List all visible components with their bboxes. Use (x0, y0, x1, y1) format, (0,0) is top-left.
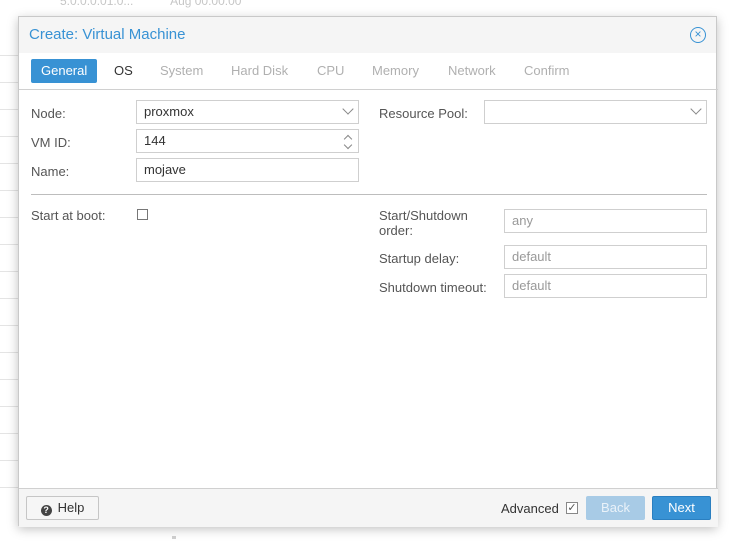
background-header-text: 5.0.0.0.01.0... Aug 00:00:00 (60, 0, 275, 8)
startup-delay-input[interactable]: default (504, 245, 707, 269)
shutdown-timeout-label: Shutdown timeout: (379, 280, 487, 295)
start-shutdown-order-label: Start/Shutdown order: (379, 208, 468, 238)
tab-memory: Memory (372, 63, 419, 78)
start-shutdown-order-placeholder: any (512, 213, 533, 228)
help-button[interactable]: ? Help (26, 496, 99, 520)
name-label: Name: (31, 164, 70, 179)
chevron-down-icon[interactable] (690, 103, 702, 115)
node-value: proxmox (144, 104, 194, 119)
back-button[interactable]: Back (586, 496, 645, 520)
dialog-title: Create: Virtual Machine (29, 26, 186, 43)
tab-os[interactable]: OS (104, 59, 143, 83)
name-input[interactable]: mojave (136, 158, 359, 182)
shutdown-timeout-input[interactable]: default (504, 274, 707, 298)
spin-down-icon[interactable] (343, 140, 353, 150)
advanced-label: Advanced (501, 501, 559, 516)
start-shutdown-order-label-line1: Start/Shutdown (379, 208, 468, 223)
tab-hard-disk: Hard Disk (231, 63, 289, 78)
create-vm-dialog: Create: Virtual Machine × General OS Sys… (18, 16, 718, 527)
general-panel: Node: proxmox VM ID: 144 Name: mojave Re… (19, 89, 718, 489)
startup-delay-label: Startup delay: (379, 251, 460, 266)
tab-network: Network (448, 63, 496, 78)
help-icon: ? (40, 505, 52, 516)
next-button[interactable]: Next (652, 496, 711, 520)
node-label: Node: (31, 106, 66, 121)
startup-delay-placeholder: default (512, 249, 552, 264)
start-at-boot-label: Start at boot: (31, 208, 106, 223)
resource-pool-label: Resource Pool: (379, 106, 468, 121)
node-select[interactable]: proxmox (136, 100, 359, 124)
background-text-1: 5.0.0.0.01.0... (60, 0, 134, 8)
dialog-title-bar: Create: Virtual Machine × (19, 17, 716, 53)
vmid-value: 144 (144, 133, 166, 148)
resource-pool-select[interactable] (484, 100, 707, 124)
start-shutdown-order-input[interactable]: any (504, 209, 707, 233)
dialog-footer: ? Help Advanced ✓ Back Next (19, 489, 718, 527)
start-shutdown-order-label-line2: order: (379, 223, 413, 238)
background-mark (172, 536, 176, 539)
close-icon[interactable]: × (690, 27, 706, 43)
vmid-label: VM ID: (31, 135, 71, 150)
advanced-checkbox[interactable]: ✓ (566, 502, 578, 514)
tab-cpu: CPU (317, 63, 345, 78)
background-text-2: Aug 00:00:00 (170, 0, 242, 8)
section-divider (31, 194, 707, 195)
tab-system: System (160, 63, 204, 78)
start-at-boot-checkbox[interactable] (137, 209, 148, 220)
tab-general[interactable]: General (31, 59, 98, 83)
shutdown-timeout-placeholder: default (512, 278, 552, 293)
chevron-down-icon[interactable] (342, 103, 354, 115)
help-button-label: Help (57, 500, 85, 515)
vmid-stepper[interactable]: 144 (136, 129, 359, 153)
name-value: mojave (144, 162, 186, 177)
tab-confirm: Confirm (524, 63, 570, 78)
